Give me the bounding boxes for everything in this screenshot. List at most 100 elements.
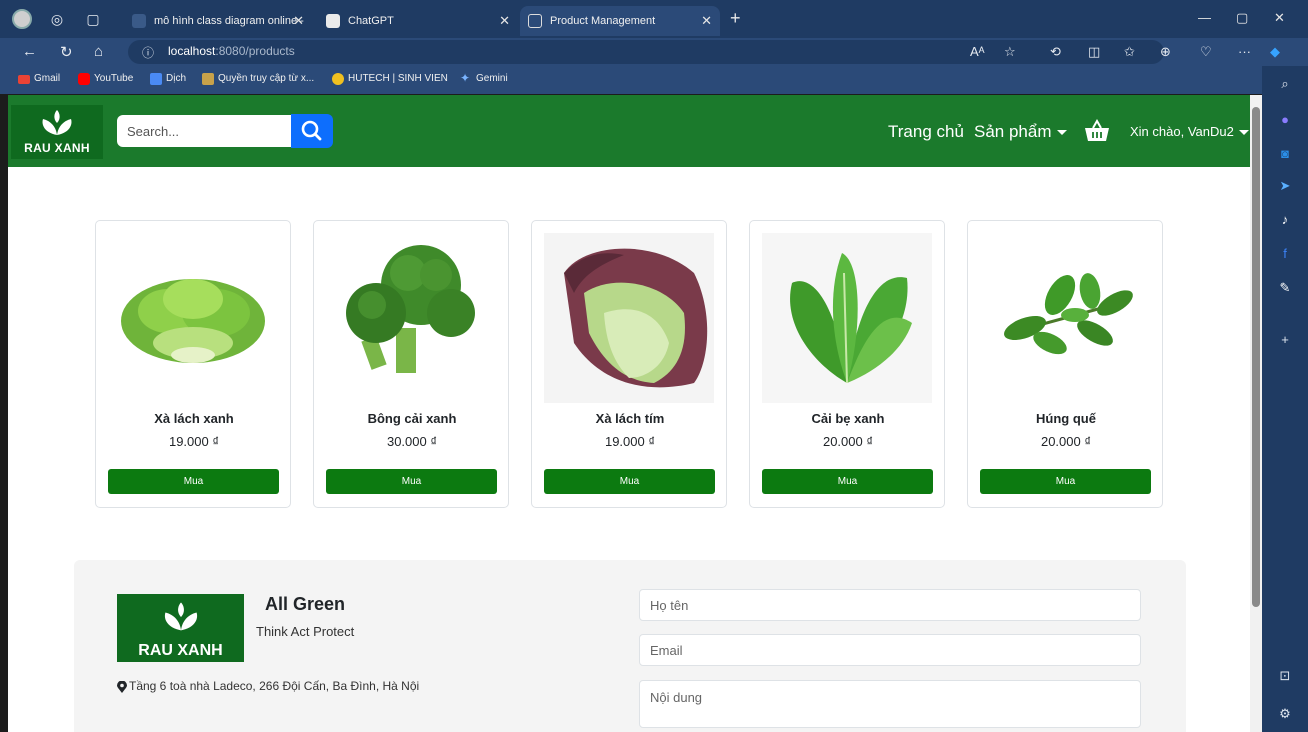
close-icon[interactable]: ✕ [701, 6, 712, 36]
tab-actions-icon[interactable]: ▢ [84, 10, 102, 28]
hutech-icon [332, 73, 344, 85]
workspaces-icon[interactable]: ◎ [48, 10, 66, 28]
search-icon[interactable]: ⌕ [1275, 74, 1295, 94]
product-card: Húng quế 20.000 ₫ Mua [967, 220, 1163, 508]
back-icon[interactable]: ← [22, 43, 37, 60]
window-close-icon[interactable]: ✕ [1274, 10, 1285, 26]
leaf-logo-icon [164, 602, 198, 631]
settings-gear-icon[interactable]: ⚙ [1275, 704, 1295, 724]
minimize-icon[interactable]: — [1198, 10, 1211, 25]
bookmark-hutech[interactable]: HUTECH | SINH VIEN [332, 73, 448, 85]
scrollbar-thumb[interactable] [1252, 107, 1260, 607]
facebook-icon[interactable]: f [1275, 244, 1295, 264]
product-name[interactable]: Cải bẹ xanh [750, 411, 946, 426]
product-image-red-lettuce [544, 233, 714, 403]
more-menu-icon[interactable]: ··· [1238, 44, 1251, 59]
favorites-icon[interactable]: ✩ [1124, 44, 1135, 60]
browser-essentials-icon[interactable]: ♡ [1200, 44, 1212, 60]
telegram-icon[interactable]: ➤ [1275, 176, 1295, 196]
extensions-icon[interactable]: ⟲ [1050, 44, 1061, 60]
new-tab-button[interactable]: + [730, 8, 741, 29]
contact-name-input[interactable] [639, 589, 1141, 621]
tiktok-icon[interactable]: ♪ [1275, 210, 1295, 230]
bookmark-quyen-truy-cap[interactable]: Quyền truy cập từ x... [202, 73, 314, 85]
search-button[interactable] [291, 114, 333, 148]
close-icon[interactable]: ✕ [293, 6, 304, 36]
tab-label: ChatGPT [348, 15, 394, 27]
outlook-icon[interactable]: ◙ [1275, 144, 1295, 164]
product-name[interactable]: Bông cải xanh [314, 411, 510, 426]
buy-button[interactable]: Mua [108, 469, 279, 494]
url-text: localhost:8080/products [168, 44, 295, 58]
edge-sidebar: ⌕ ● ◙ ➤ ♪ f ✎ + ⊡ ⚙ [1262, 66, 1308, 732]
chevron-down-icon [1238, 130, 1249, 136]
footer-slogan: Think Act Protect [256, 624, 355, 639]
refresh-icon[interactable]: ↻ [60, 43, 73, 61]
product-card: Xà lách tím 19.000 ₫ Mua [531, 220, 727, 508]
nav-products-dropdown[interactable]: Sản phẩm [974, 122, 1067, 142]
product-name[interactable]: Xà lách xanh [96, 411, 292, 426]
restore-icon[interactable]: ▢ [1236, 10, 1248, 26]
product-name[interactable]: Xà lách tím [532, 411, 728, 426]
bookmark-youtube[interactable]: YouTube [78, 73, 133, 85]
bookmark-dich[interactable]: Dịch [150, 73, 186, 85]
product-image-green-lettuce [121, 279, 265, 363]
chatgpt-favicon [326, 14, 340, 28]
bookmark-gemini[interactable]: ✦ Gemini [460, 71, 508, 85]
site-logo[interactable]: RAU XANH [11, 105, 103, 159]
gmail-icon [18, 75, 30, 84]
site-info-icon[interactable]: ⓘ [142, 44, 154, 61]
search-input[interactable] [117, 115, 292, 147]
product-card: Cải bẹ xanh 20.000 ₫ Mua [749, 220, 945, 508]
leaf-logo-icon [42, 110, 72, 135]
footer-title: All Green [265, 594, 346, 614]
gemini-icon: ✦ [460, 71, 471, 85]
screenshot-icon[interactable]: ⊡ [1275, 666, 1295, 686]
user-menu-dropdown[interactable]: Xin chào, VanDu2 [1130, 124, 1249, 139]
contact-email-input[interactable] [639, 634, 1141, 666]
product-price: 20.000 ₫ [822, 434, 874, 449]
copilot-icon[interactable]: ◆ [1270, 44, 1280, 60]
favorite-star-icon[interactable]: ☆ [1004, 44, 1016, 60]
bookmark-gmail[interactable]: Gmail [18, 73, 60, 84]
logo-text: RAU XANH [24, 141, 90, 155]
shopping-basket-icon[interactable] [1083, 119, 1111, 143]
product-image-mustard-greens [762, 233, 932, 403]
product-card: Bông cải xanh 30.000 ₫ Mua [313, 220, 509, 508]
product-price: 30.000 ₫ [386, 434, 438, 449]
tab-label: Product Management [550, 15, 656, 27]
tab-class-diagram[interactable]: mô hình class diagram online - T ✕ [124, 6, 312, 57]
copilot-sidebar-icon[interactable]: ● [1275, 110, 1295, 130]
page-scrollbar[interactable] [1250, 95, 1262, 732]
nav-home-link[interactable]: Trang chủ [888, 122, 964, 142]
site-navbar: RAU XANH Trang chủ Sản phẩm Xin chào, Va… [8, 95, 1250, 167]
buy-button[interactable]: Mua [980, 469, 1151, 494]
greeting-text: Xin chào, VanDu2 [1130, 124, 1234, 139]
youtube-icon [78, 73, 90, 85]
product-image-basil [1004, 273, 1133, 355]
product-name[interactable]: Húng quế [968, 411, 1164, 426]
page-viewport: RAU XANH Trang chủ Sản phẩm Xin chào, Va… [8, 95, 1250, 732]
collections-icon[interactable]: ⊕ [1160, 44, 1171, 60]
bookmarks-bar: Gmail YouTube Dịch Quyền truy cập từ x..… [0, 66, 1308, 94]
product-price: 19.000 ₫ [604, 434, 656, 449]
tab-chatgpt[interactable]: ChatGPT ✕ [318, 6, 518, 36]
tab-product-management[interactable]: Product Management ✕ [520, 6, 720, 36]
footer-logo: RAU XANH [117, 594, 244, 662]
nav-products-label: Sản phẩm [974, 122, 1052, 141]
address-text: Tầng 6 toà nhà Ladeco, 266 Đội Cấn, Ba Đ… [129, 679, 420, 693]
split-screen-icon[interactable]: ◫ [1088, 44, 1100, 60]
contact-content-input[interactable] [639, 680, 1141, 728]
chevron-down-icon [1056, 130, 1067, 136]
read-aloud-icon[interactable]: Aᴬ [970, 44, 985, 59]
product-price: 19.000 ₫ [168, 434, 220, 449]
app-icon[interactable]: ✎ [1275, 278, 1295, 298]
buy-button[interactable]: Mua [762, 469, 933, 494]
product-image-broccoli [346, 245, 475, 373]
buy-button[interactable]: Mua [326, 469, 497, 494]
add-icon[interactable]: + [1275, 330, 1295, 350]
buy-button[interactable]: Mua [544, 469, 715, 494]
profile-avatar[interactable] [12, 9, 32, 29]
close-icon[interactable]: ✕ [499, 6, 510, 36]
home-icon[interactable]: ⌂ [94, 43, 103, 60]
